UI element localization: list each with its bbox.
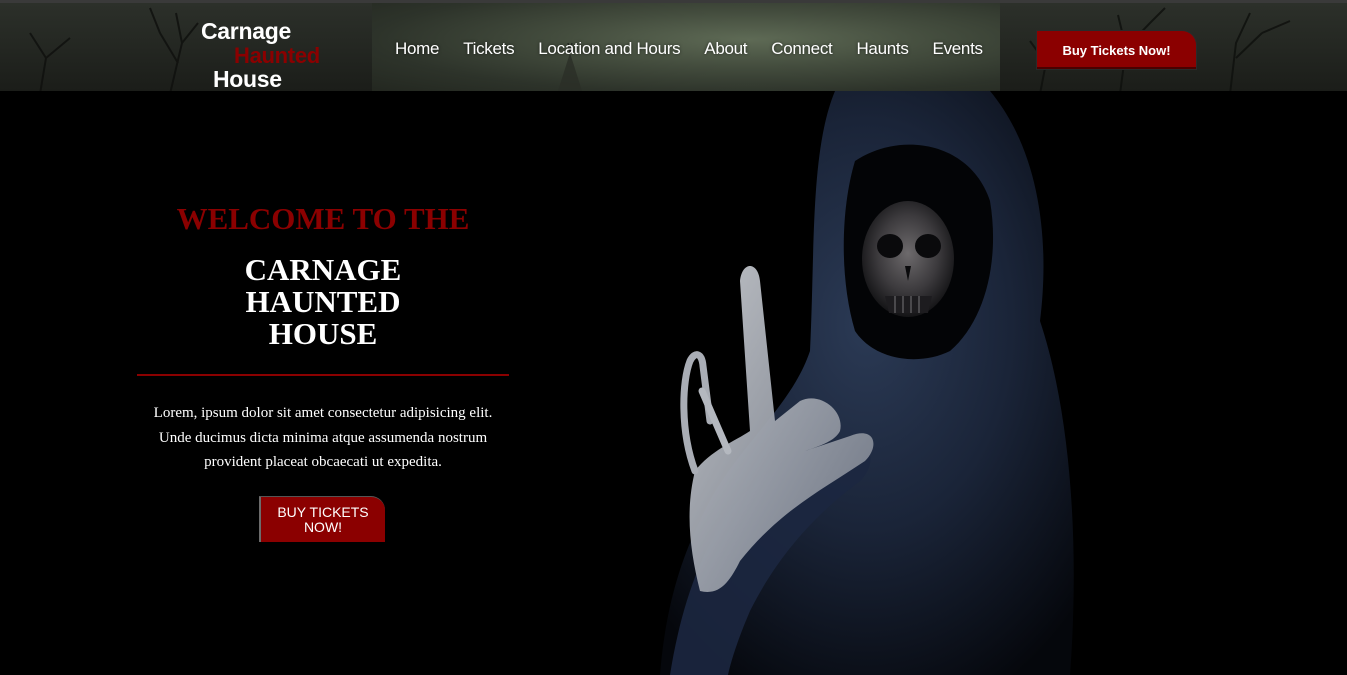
- nav-link-haunts[interactable]: Haunts: [856, 39, 908, 59]
- hero-description-line: Unde ducimus dicta minima atque assumend…: [158, 429, 488, 446]
- site-logo[interactable]: Carnage Haunted House: [201, 18, 341, 91]
- hero-kicker: WELCOME TO THE: [176, 201, 470, 236]
- logo-word-carnage: Carnage: [201, 18, 291, 44]
- nav-link-about[interactable]: About: [704, 39, 747, 59]
- hero-section: WELCOME TO THE CARNAGE HAUNTED HOUSE Lor…: [0, 91, 1347, 675]
- nav-link-tickets[interactable]: Tickets: [463, 39, 514, 59]
- nav-link-home[interactable]: Home: [395, 39, 439, 59]
- nav-link-connect[interactable]: Connect: [771, 39, 833, 59]
- hero-title-line: HAUNTED: [245, 284, 401, 319]
- hero-divider: [137, 374, 509, 376]
- logo-word-house: House: [213, 66, 282, 91]
- hero-description-line: provident placeat obcaecati ut expedita.: [204, 454, 442, 470]
- site-header: Carnage Haunted House Home Tickets Locat…: [0, 0, 1347, 91]
- hero-title-line: CARNAGE: [244, 252, 402, 287]
- hero-title: CARNAGE HAUNTED HOUSE: [137, 254, 509, 350]
- nav-link-events[interactable]: Events: [933, 39, 983, 59]
- header-buy-tickets-button[interactable]: Buy Tickets Now!: [1037, 31, 1196, 69]
- grim-reaper-image: [660, 91, 1074, 675]
- nav-link-location-hours[interactable]: Location and Hours: [538, 39, 680, 59]
- hero-title-line: HOUSE: [268, 316, 378, 351]
- hero-description-line: Lorem, ipsum dolor sit amet consectetur …: [153, 405, 493, 421]
- hero-buy-tickets-button[interactable]: BUY TICKETS NOW!: [259, 496, 385, 542]
- main-nav: Home Tickets Location and Hours About Co…: [395, 39, 1007, 59]
- hero-description: Lorem, ipsum dolor sit amet consectetur …: [137, 401, 509, 475]
